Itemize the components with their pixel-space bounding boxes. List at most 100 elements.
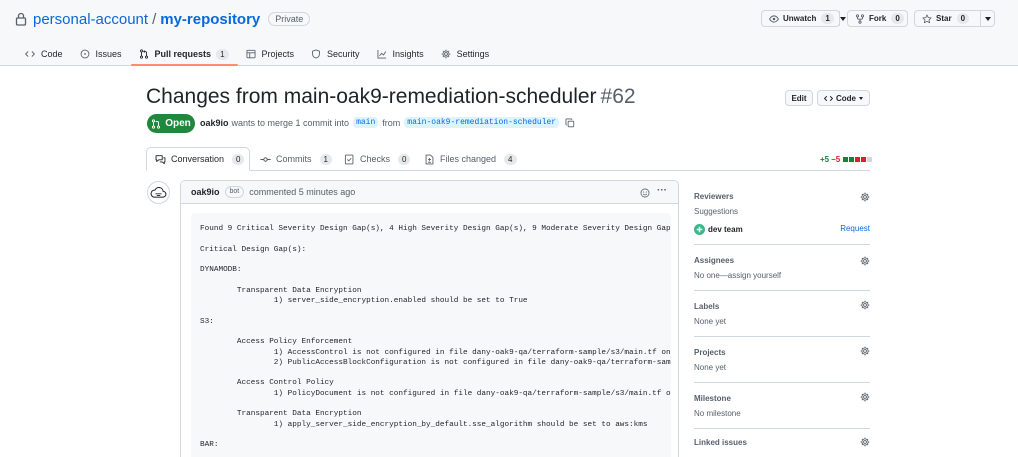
code-line: Transparent Data Encryption xyxy=(200,410,362,419)
head-branch[interactable]: main-oak9-remediation-scheduler xyxy=(404,117,560,128)
eye-icon xyxy=(762,14,783,24)
pr-title-text: Changes from main-oak9-remediation-sched… xyxy=(146,85,597,108)
reviewers-title[interactable]: Reviewers xyxy=(694,192,734,201)
shield-icon xyxy=(311,49,327,59)
tab-commits-label: Commits xyxy=(276,154,312,164)
tab-security[interactable]: Security xyxy=(303,44,369,64)
fork-button[interactable]: Fork 0 xyxy=(847,10,908,27)
tab-issues[interactable]: Issues xyxy=(72,44,131,64)
linked-issues-title[interactable]: Linked issues xyxy=(694,438,747,447)
cloud-icon xyxy=(150,186,167,198)
comment-code-block: Found 9 Critical Severity Design Gap(s),… xyxy=(200,224,671,451)
repo-name-link[interactable]: my-repository xyxy=(160,11,260,28)
star-dropdown-caret[interactable] xyxy=(980,11,994,26)
tab-projects[interactable]: Projects xyxy=(238,44,304,64)
pr-state-badge: Open xyxy=(147,114,195,133)
unwatch-label: Unwatch xyxy=(783,14,817,23)
repo-title: personal-account / my-repository Private xyxy=(15,10,311,28)
edit-button[interactable]: Edit xyxy=(785,90,813,106)
star-count: 0 xyxy=(956,13,970,24)
repo-nav: Code Issues Pull requests 1 Projects Sec… xyxy=(17,44,498,66)
suggested-reviewer-name: dev team xyxy=(708,225,743,234)
sidebar-divider xyxy=(694,290,870,291)
graph-icon xyxy=(377,49,393,59)
diffstat-block-del xyxy=(855,157,861,162)
tab-pull-requests[interactable]: Pull requests 1 xyxy=(130,44,238,66)
watch-count: 1 xyxy=(821,13,834,24)
tab-conversation[interactable]: Conversation 0 xyxy=(146,147,250,171)
files-changed-count: 4 xyxy=(504,153,517,165)
code-line: 1) apply_server_side_encryption_by_defau… xyxy=(200,420,648,429)
code-line: 1) AccessControl is not configured in fi… xyxy=(200,348,671,357)
sidebar-divider xyxy=(694,336,870,337)
kebab-horizontal-icon[interactable]: ··· xyxy=(657,185,667,196)
comment-author-link[interactable]: oak9io xyxy=(191,187,220,197)
assignees-title[interactable]: Assignees xyxy=(694,256,734,265)
tab-security-label: Security xyxy=(327,49,360,59)
tab-issues-label: Issues xyxy=(95,49,122,59)
milestone-title[interactable]: Milestone xyxy=(694,394,731,403)
code-dropdown-button[interactable]: Code xyxy=(817,90,870,106)
diffstat-block-add xyxy=(849,157,855,162)
suggested-reviewer[interactable]: dev team xyxy=(694,224,743,235)
pr-state-label: Open xyxy=(165,118,191,129)
tab-checks[interactable]: Checks 0 xyxy=(344,147,411,171)
tab-insights-label: Insights xyxy=(392,49,424,59)
pr-author-link[interactable]: oak9io xyxy=(200,118,229,128)
chevron-down-icon xyxy=(984,16,991,21)
unwatch-button[interactable]: Unwatch 1 xyxy=(761,10,846,27)
code-icon xyxy=(25,49,41,59)
tab-files-changed-label: Files changed xyxy=(440,154,497,164)
request-review-link[interactable]: Request xyxy=(840,224,870,233)
star-icon xyxy=(915,14,936,24)
fork-count: 0 xyxy=(891,13,904,24)
tab-commits[interactable]: Commits 1 xyxy=(260,147,332,171)
tab-insights[interactable]: Insights xyxy=(369,44,433,64)
star-label: Star xyxy=(936,14,952,23)
code-line: 1) server_side_encryption.enabled should… xyxy=(200,297,528,306)
base-branch[interactable]: main xyxy=(353,117,379,128)
repo-owner-link[interactable]: personal-account xyxy=(33,11,148,28)
pull-request-icon xyxy=(151,118,165,129)
milestone-value: No milestone xyxy=(694,409,741,418)
diffstat-additions: +5 xyxy=(820,155,830,164)
code-line: Access Policy Enforcement xyxy=(200,338,353,347)
sidebar-divider xyxy=(694,244,870,245)
diffstat-block-neutral xyxy=(867,157,873,162)
watch-dropdown-caret[interactable] xyxy=(838,11,846,26)
code-button-label: Code xyxy=(836,93,856,103)
copy-icon[interactable] xyxy=(563,118,575,128)
comment-time[interactable]: commented 5 minutes ago xyxy=(249,187,355,197)
code-line: Found 9 Critical Severity Design Gap(s),… xyxy=(200,225,671,233)
code-line: Transparent Data Encryption xyxy=(200,286,362,295)
team-avatar-icon xyxy=(694,224,708,235)
issue-icon xyxy=(80,49,96,59)
labels-title[interactable]: Labels xyxy=(694,302,719,311)
code-line: 1) PolicyDocument is not configured in f… xyxy=(200,389,671,398)
pr-meta: oak9io wants to merge 1 commit into main… xyxy=(200,117,575,128)
sidebar-divider xyxy=(694,428,870,429)
tab-settings[interactable]: Settings xyxy=(433,44,499,64)
commit-icon xyxy=(260,154,276,165)
star-button[interactable]: Star 0 xyxy=(914,10,995,27)
projects-title[interactable]: Projects xyxy=(694,348,726,357)
table-icon xyxy=(246,49,262,59)
fork-icon xyxy=(848,13,869,24)
pr-meta-text: wants to merge 1 commit into xyxy=(231,117,350,128)
tab-code[interactable]: Code xyxy=(17,44,72,64)
assignees-value[interactable]: No one—assign yourself xyxy=(694,271,781,280)
tab-projects-label: Projects xyxy=(261,49,295,59)
avatar[interactable] xyxy=(147,181,170,204)
repo-separator: / xyxy=(152,10,157,28)
diffstat-block-del xyxy=(861,157,867,162)
code-icon xyxy=(824,94,836,103)
diffstat-deletions: −5 xyxy=(831,155,841,164)
pull-request-icon xyxy=(139,49,155,59)
pr-title: Changes from main-oak9-remediation-sched… xyxy=(146,85,636,109)
comment-header: oak9io bot commented 5 minutes ago ··· xyxy=(181,181,678,204)
tab-files-changed[interactable]: Files changed 4 xyxy=(424,147,517,171)
